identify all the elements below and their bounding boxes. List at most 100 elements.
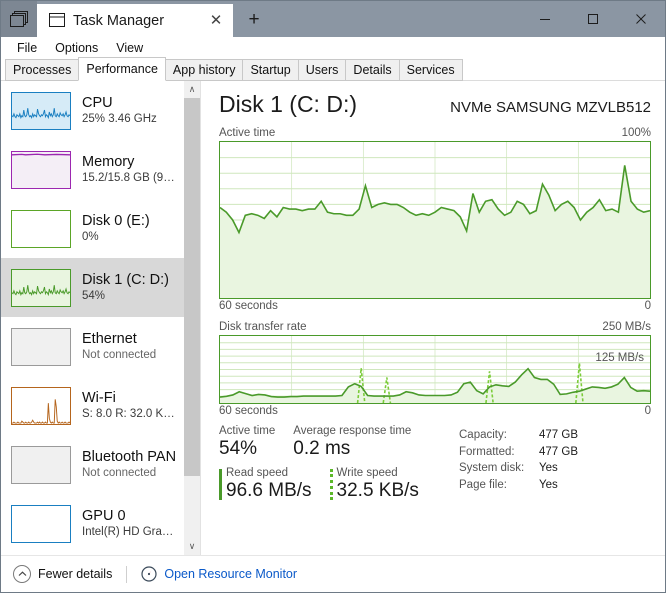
stat-active-time-value: 54% <box>219 438 258 459</box>
active-time-chart[interactable] <box>219 141 651 299</box>
detail-capacity-key: Capacity: <box>459 429 507 441</box>
sidebar-item-sublabel: Intel(R) HD Graphics <box>82 525 178 538</box>
sidebar-item-sublabel: 0% <box>82 230 99 243</box>
transfer-rate-x-left: 60 seconds <box>219 405 278 417</box>
open-resource-monitor-label: Open Resource Monitor <box>164 567 298 581</box>
stats-row-top: Active time 54% Average response time 0.… <box>219 425 451 460</box>
sidebar-item-cpu[interactable]: CPU 25% 3.46 GHz <box>1 81 184 140</box>
transfer-rate-x-right: 0 <box>644 405 651 417</box>
sidebar-item-ethernet[interactable]: Ethernet Not connected <box>1 317 184 376</box>
menu-item-view[interactable]: View <box>108 39 151 57</box>
sidebar-item-text: GPU 0Intel(R) HD Graphics <box>82 508 178 538</box>
window-tab-task-manager[interactable]: Task Manager ✕ <box>37 4 233 37</box>
active-time-chart-header: Active time 100% <box>219 127 651 139</box>
sidebar-thumbnail-graph <box>11 209 71 248</box>
detail-formatted-value: 477 GB <box>539 445 578 458</box>
detail-system-disk-value: Yes <box>539 462 558 474</box>
transfer-rate-label: Disk transfer rate <box>219 321 307 333</box>
detail-page-file: Page file: Yes <box>459 477 651 494</box>
detail-page-file-value: Yes <box>539 478 558 491</box>
resource-monitor-icon <box>141 566 157 582</box>
scroll-down-icon[interactable]: ∨ <box>184 538 200 555</box>
sidebar-item-sublabel: 25% 3.46 GHz <box>82 112 157 125</box>
stat-active-time-caption: Active time <box>219 425 276 437</box>
stat-active-time: Active time 54% <box>219 425 275 460</box>
sidebar-item-label: Memory <box>82 154 135 171</box>
window-icon <box>49 12 65 29</box>
tab-users[interactable]: Users <box>297 59 347 81</box>
scrollbar-track[interactable] <box>184 98 200 538</box>
sidebar-thumbnail-graph <box>11 327 71 366</box>
sidebar-item-text: Disk 1 (C: D:) 54% <box>82 272 178 302</box>
detail-formatted: Formatted: 477 GB <box>459 444 651 461</box>
sidebar-item-disk-1-c-d[interactable]: Disk 1 (C: D:) 54% <box>1 258 184 317</box>
detail-capacity-value: 477 GB <box>539 429 578 441</box>
sidebar-item-sublabel: 54% <box>82 289 106 302</box>
stat-write-speed: Write speed 32.5 KB/s <box>329 467 419 502</box>
sidebar-item-text: Memory 15.2/15.8 GB (96%) <box>82 154 178 184</box>
tab-processes[interactable]: Processes <box>5 59 80 81</box>
stat-write-speed-value: 32.5 KB/s <box>336 480 419 501</box>
transfer-rate-chart-header: Disk transfer rate 250 MB/s <box>219 321 651 333</box>
transfer-rate-max-label: 250 MB/s <box>602 321 651 333</box>
detail-page-file-key: Page file: <box>459 478 507 491</box>
tab-details[interactable]: Details <box>345 59 400 81</box>
resource-sidebar: CPU 25% 3.46 GHz Memory 15.2/15.8 GB (96%) D… <box>1 81 201 555</box>
sidebar-thumbnail-graph <box>11 91 71 130</box>
active-time-max-label: 100% <box>621 127 651 139</box>
tab-close-icon[interactable]: ✕ <box>205 10 227 32</box>
sidebar-item-sublabel: 15.2/15.8 GB (96%) <box>82 171 178 184</box>
fewer-details-label: Fewer details <box>38 567 113 581</box>
sidebar-thumbnail-graph <box>11 504 71 543</box>
tab-services[interactable]: Services <box>398 59 463 81</box>
sidebar-thumbnail-graph <box>11 445 71 484</box>
stat-read-speed: Read speed 96.6 MB/s <box>219 467 312 502</box>
active-time-label: Active time <box>219 127 276 139</box>
sidebar-item-label: Bluetooth PAN <box>82 449 177 466</box>
stacked-windows-icon <box>1 1 37 37</box>
sidebar-item-memory[interactable]: Memory 15.2/15.8 GB (96%) <box>1 140 184 199</box>
scroll-up-icon[interactable]: ∧ <box>184 81 200 98</box>
minimize-button[interactable] <box>521 1 569 37</box>
stats-left-column: Active time 54% Average response time 0.… <box>219 425 451 502</box>
detail-system-disk-key: System disk: <box>459 462 525 474</box>
transfer-rate-chart[interactable]: 125 MB/s <box>219 335 651 404</box>
menu-item-file[interactable]: File <box>9 39 45 57</box>
menu-item-options[interactable]: Options <box>47 39 106 57</box>
fewer-details-button[interactable]: Fewer details <box>13 565 112 583</box>
tab-strip: Processes Performance App history Startu… <box>1 57 665 81</box>
stats-area: Active time 54% Average response time 0.… <box>219 425 651 502</box>
sidebar-item-sublabel: S: 8.0 R: 32.0 Kbps <box>82 407 178 420</box>
tab-performance[interactable]: Performance <box>78 57 166 81</box>
close-button[interactable] <box>617 1 665 37</box>
tab-startup[interactable]: Startup <box>242 59 299 81</box>
sidebar-scrollbar[interactable]: ∧ ∨ <box>184 81 200 555</box>
stat-average-response-time: Average response time 0.2 ms <box>293 425 411 460</box>
active-time-x-right: 0 <box>644 300 651 312</box>
sidebar-item-sublabel: Not connected <box>82 348 157 361</box>
status-bar: Fewer details Open Resource Monitor <box>1 555 665 592</box>
sidebar-item-label: Disk 1 (C: D:) <box>82 272 169 289</box>
active-time-x-left: 60 seconds <box>219 300 278 312</box>
sidebar-item-label: Disk 0 (E:) <box>82 213 150 230</box>
scrollbar-thumb[interactable] <box>184 98 200 477</box>
sidebar-item-gpu-0[interactable]: GPU 0Intel(R) HD Graphics <box>1 494 184 553</box>
sidebar-thumbnail-graph <box>11 150 71 189</box>
performance-detail-panel: Disk 1 (C: D:) NVMe SAMSUNG MZVLB512 Act… <box>201 81 665 555</box>
sidebar-item-text: Disk 0 (E:) 0% <box>82 213 178 243</box>
sidebar-item-bluetooth-pan[interactable]: Bluetooth PAN Not connected <box>1 435 184 494</box>
stats-right-column: Capacity: 477 GB Formatted: 477 GB Syste… <box>451 425 651 502</box>
new-tab-button[interactable]: + <box>233 1 275 37</box>
maximize-button[interactable] <box>569 1 617 37</box>
open-resource-monitor-link[interactable]: Open Resource Monitor <box>141 566 297 582</box>
sidebar-item-text: Ethernet Not connected <box>82 331 178 361</box>
sidebar-item-disk-0-e[interactable]: Disk 0 (E:) 0% <box>1 199 184 258</box>
sidebar-item-wi-fi[interactable]: Wi-Fi S: 8.0 R: 32.0 Kbps <box>1 376 184 435</box>
detail-header: Disk 1 (C: D:) NVMe SAMSUNG MZVLB512 <box>219 91 651 118</box>
transfer-rate-axis: 60 seconds 0 <box>219 405 651 417</box>
content-area: CPU 25% 3.46 GHz Memory 15.2/15.8 GB (96%) D… <box>1 81 665 555</box>
titlebar-drag-region <box>275 1 521 37</box>
detail-system-disk: System disk: Yes <box>459 460 651 477</box>
stats-row-bottom: Read speed 96.6 MB/s Write speed 32.5 KB… <box>219 467 451 502</box>
tab-app-history[interactable]: App history <box>164 59 244 81</box>
